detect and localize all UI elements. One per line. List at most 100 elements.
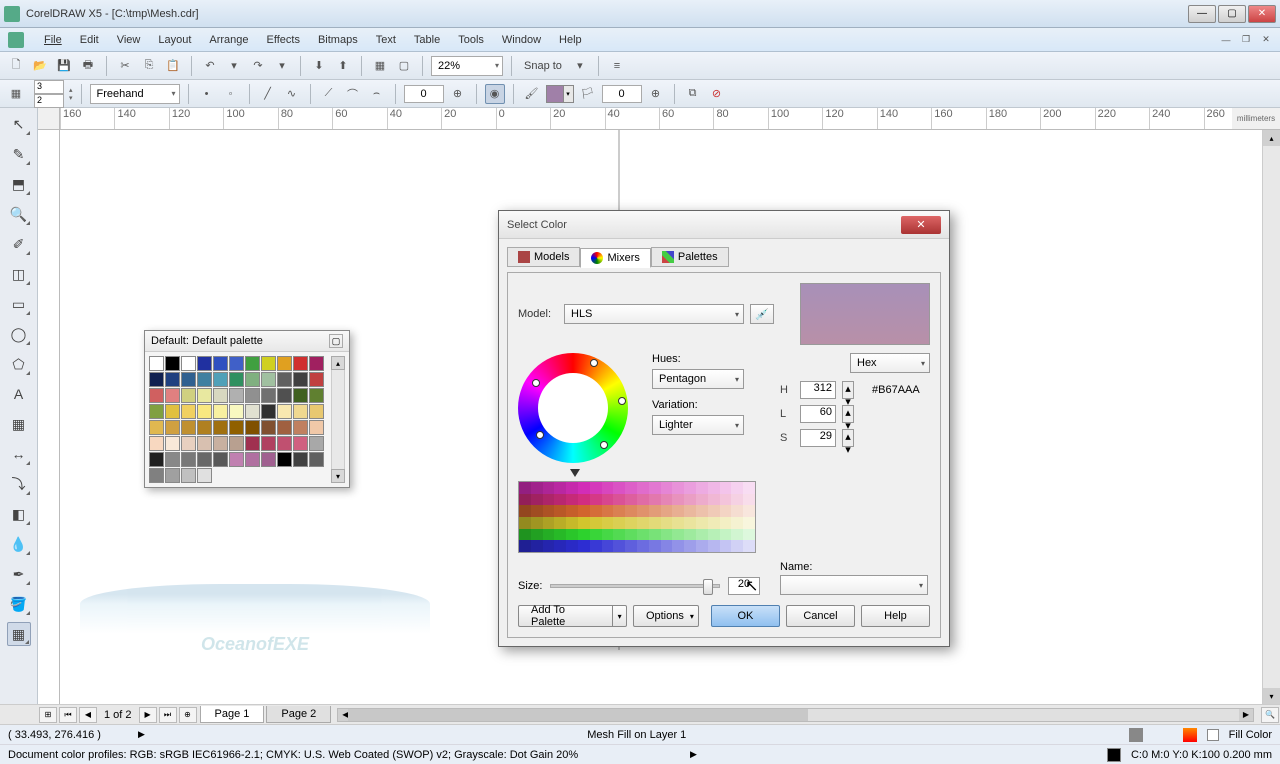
variation-cell[interactable]	[602, 517, 614, 529]
variation-cell[interactable]	[731, 529, 743, 541]
variation-cell[interactable]	[672, 529, 684, 541]
variation-cell[interactable]	[543, 482, 555, 494]
variation-cell[interactable]	[543, 540, 555, 552]
variation-cell[interactable]	[578, 505, 590, 517]
menu-view[interactable]: View	[109, 32, 149, 48]
palette-swatch[interactable]	[213, 420, 228, 435]
palette-swatch[interactable]	[181, 452, 196, 467]
copy-prop-icon[interactable]: ⧉	[683, 84, 703, 104]
variation-cell[interactable]	[649, 540, 661, 552]
welcome-icon[interactable]: ▢	[394, 56, 414, 76]
variation-cell[interactable]	[625, 494, 637, 506]
status-fill-icon[interactable]	[1183, 728, 1197, 742]
variation-cell[interactable]	[613, 529, 625, 541]
slider-thumb-icon[interactable]	[703, 579, 713, 595]
paste-icon[interactable]: 📋	[163, 56, 183, 76]
variation-cell[interactable]	[613, 494, 625, 506]
fill-swatch-drop-icon[interactable]: ▾	[564, 85, 574, 103]
variation-cell[interactable]	[661, 494, 673, 506]
variation-cell[interactable]	[602, 505, 614, 517]
undo-drop-icon[interactable]: ▾	[224, 56, 244, 76]
variation-cell[interactable]	[531, 529, 543, 541]
variation-cell[interactable]	[696, 517, 708, 529]
palette-swatch[interactable]	[213, 452, 228, 467]
tab-mixers[interactable]: Mixers	[580, 248, 650, 268]
variation-cell[interactable]	[566, 494, 578, 506]
palette-swatch[interactable]	[229, 372, 244, 387]
variation-cell[interactable]	[743, 482, 755, 494]
app-launcher-icon[interactable]: ▦	[370, 56, 390, 76]
palette-swatch[interactable]	[309, 436, 324, 451]
palette-close-button[interactable]: ▢	[329, 334, 343, 348]
help-button[interactable]: Help	[861, 605, 930, 627]
variation-cell[interactable]	[720, 540, 732, 552]
variation-cell[interactable]	[519, 505, 531, 517]
node-del-icon[interactable]: ◦	[221, 84, 241, 104]
redo-drop-icon[interactable]: ▾	[272, 56, 292, 76]
variation-cell[interactable]	[625, 540, 637, 552]
target2-icon[interactable]: ⊕	[646, 84, 666, 104]
export-icon[interactable]: ⬆	[333, 56, 353, 76]
variation-cell[interactable]	[554, 517, 566, 529]
palette-swatch[interactable]	[149, 420, 164, 435]
dialog-close-button[interactable]: ✕	[901, 216, 941, 234]
palette-swatch[interactable]	[197, 468, 212, 483]
variation-cell[interactable]	[566, 540, 578, 552]
variation-cell[interactable]	[531, 505, 543, 517]
palette-swatch[interactable]	[293, 404, 308, 419]
variation-cell[interactable]	[696, 529, 708, 541]
palette-swatch[interactable]	[149, 388, 164, 403]
palette-scroll-down-icon[interactable]: ▾	[331, 469, 345, 483]
palette-swatch[interactable]	[181, 372, 196, 387]
palette-swatch[interactable]	[261, 452, 276, 467]
variation-cell[interactable]	[590, 529, 602, 541]
palette-swatch[interactable]	[149, 356, 164, 371]
variation-cell[interactable]	[661, 505, 673, 517]
variation-cell[interactable]	[554, 505, 566, 517]
palette-swatch[interactable]	[309, 452, 324, 467]
curve-icon[interactable]: ∿	[282, 84, 302, 104]
variation-cell[interactable]	[696, 494, 708, 506]
palette-swatch[interactable]	[181, 356, 196, 371]
palette-swatch[interactable]	[261, 420, 276, 435]
variation-cell[interactable]	[637, 494, 649, 506]
palette-swatch[interactable]	[197, 404, 212, 419]
variation-cell[interactable]	[613, 482, 625, 494]
doc-minimize-button[interactable]: —	[1218, 33, 1234, 47]
variation-cell[interactable]	[708, 505, 720, 517]
variation-cell[interactable]	[578, 540, 590, 552]
menu-arrange[interactable]: Arrange	[201, 32, 256, 48]
scroll-up-icon[interactable]: ▴	[1263, 130, 1280, 146]
menu-bitmaps[interactable]: Bitmaps	[310, 32, 366, 48]
variation-cell[interactable]	[613, 517, 625, 529]
palette-swatch[interactable]	[181, 404, 196, 419]
variation-combo[interactable]: Lighter	[652, 415, 744, 435]
model-combo[interactable]: HLS	[564, 304, 744, 324]
variation-cell[interactable]	[519, 540, 531, 552]
variation-cell[interactable]	[649, 517, 661, 529]
palette-swatch[interactable]	[197, 452, 212, 467]
new-icon[interactable]: 🗋	[6, 56, 26, 76]
page-prev-button[interactable]: ◀	[79, 707, 97, 723]
palette-swatch[interactable]	[213, 388, 228, 403]
page-tab-2[interactable]: Page 2	[266, 706, 331, 723]
variation-cell[interactable]	[566, 505, 578, 517]
variation-cell[interactable]	[602, 540, 614, 552]
mesh-cols-input[interactable]: 2	[34, 94, 64, 108]
palette-swatch[interactable]	[309, 420, 324, 435]
ruler-vertical[interactable]	[38, 130, 60, 704]
variation-cell[interactable]	[743, 517, 755, 529]
palette-swatch[interactable]	[181, 388, 196, 403]
add-to-palette-drop-button[interactable]: ▾	[613, 605, 627, 627]
palette-swatch[interactable]	[309, 404, 324, 419]
variation-cell[interactable]	[731, 505, 743, 517]
variation-cell[interactable]	[720, 505, 732, 517]
tool-combo[interactable]: Freehand	[90, 84, 180, 104]
variation-cell[interactable]	[613, 505, 625, 517]
palette-grid[interactable]	[149, 356, 328, 483]
window-close-button[interactable]: ✕	[1248, 5, 1276, 23]
options-icon[interactable]: ≡	[607, 56, 627, 76]
open-icon[interactable]: 📂	[30, 56, 50, 76]
variation-cell[interactable]	[684, 529, 696, 541]
l-spinner[interactable]: ▴▾	[842, 405, 854, 423]
